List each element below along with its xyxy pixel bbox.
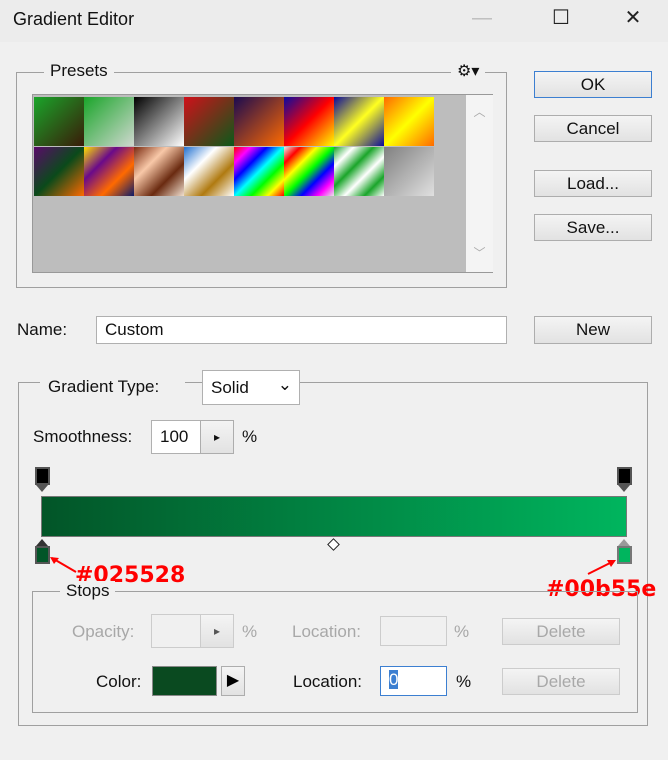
preset-swatch[interactable]	[84, 147, 134, 196]
opacity-location-label: Location:	[292, 622, 361, 641]
ok-button[interactable]: OK	[534, 71, 652, 98]
gear-icon[interactable]: ⚙▾	[451, 61, 486, 81]
preset-swatch[interactable]	[284, 97, 334, 146]
preset-swatch[interactable]	[234, 147, 284, 196]
preset-swatch[interactable]	[334, 97, 384, 146]
color-delete-button[interactable]: Delete	[502, 668, 620, 695]
preset-swatch[interactable]	[384, 97, 434, 146]
opacity-stop-left[interactable]	[35, 467, 50, 493]
color-swatch[interactable]	[152, 666, 217, 696]
minimize-button[interactable]: —	[462, 4, 502, 32]
arrow-left-annotation	[50, 557, 77, 573]
smoothness-unit: %	[242, 427, 258, 446]
preset-swatch[interactable]	[384, 147, 434, 196]
opacity-unit: %	[242, 622, 258, 641]
preset-swatch[interactable]	[184, 147, 234, 196]
presets-grid	[32, 94, 493, 273]
load-button[interactable]: Load...	[534, 170, 652, 197]
opacity-location-unit: %	[454, 622, 470, 641]
color-location-input[interactable]: 0	[380, 666, 447, 696]
opacity-input[interactable]	[151, 614, 201, 648]
preset-swatch[interactable]	[34, 97, 84, 146]
color-stop-right[interactable]	[617, 539, 632, 565]
preset-swatch[interactable]	[134, 97, 184, 146]
cancel-button[interactable]: Cancel	[534, 115, 652, 142]
new-button[interactable]: New	[534, 316, 652, 344]
opacity-slider-button[interactable]: ▸	[200, 614, 234, 648]
opacity-stop-right[interactable]	[617, 467, 632, 493]
arrow-right-annotation	[587, 560, 616, 575]
presets-label: Presets	[44, 61, 114, 81]
color-location-unit: %	[456, 672, 472, 691]
gradient-type-label: Gradient Type:	[40, 377, 186, 397]
preset-swatch[interactable]	[84, 97, 134, 146]
chevron-down-icon: ⌄	[277, 375, 292, 394]
smoothness-label: Smoothness:	[33, 427, 133, 446]
color-menu-button[interactable]: ▶	[221, 666, 245, 696]
window-title: Gradient Editor	[13, 9, 135, 29]
preset-swatch[interactable]	[134, 147, 184, 196]
gradient-preview-bar[interactable]	[41, 496, 627, 537]
gradient-type-value: Solid	[211, 378, 249, 397]
maximize-button[interactable]: ☐	[541, 4, 581, 32]
gradient-type-select[interactable]: Solid ⌄	[202, 370, 300, 405]
preset-swatch[interactable]	[284, 147, 334, 196]
close-button[interactable]: ✕	[613, 4, 653, 32]
smoothness-slider-button[interactable]: ▸	[200, 420, 234, 454]
opacity-delete-button[interactable]: Delete	[502, 618, 620, 645]
color-label: Color:	[96, 672, 142, 691]
opacity-location-input[interactable]	[380, 616, 447, 646]
smoothness-input[interactable]: 100	[151, 420, 201, 454]
preset-swatch[interactable]	[34, 147, 84, 196]
presets-scrollbar[interactable]: ︿ ﹀	[466, 95, 493, 272]
opacity-label: Opacity:	[72, 622, 135, 641]
name-label: Name:	[17, 320, 68, 339]
save-button[interactable]: Save...	[534, 214, 652, 241]
color-location-value: 0	[389, 670, 399, 689]
name-input[interactable]: Custom	[96, 316, 507, 344]
scroll-down-icon[interactable]: ﹀	[466, 244, 493, 261]
scroll-up-icon[interactable]: ︿	[466, 103, 493, 120]
color-location-label: Location:	[293, 672, 362, 691]
preset-swatch[interactable]	[334, 147, 384, 196]
stops-label: Stops	[60, 581, 116, 601]
preset-swatch[interactable]	[234, 97, 284, 146]
preset-swatch[interactable]	[184, 97, 234, 146]
